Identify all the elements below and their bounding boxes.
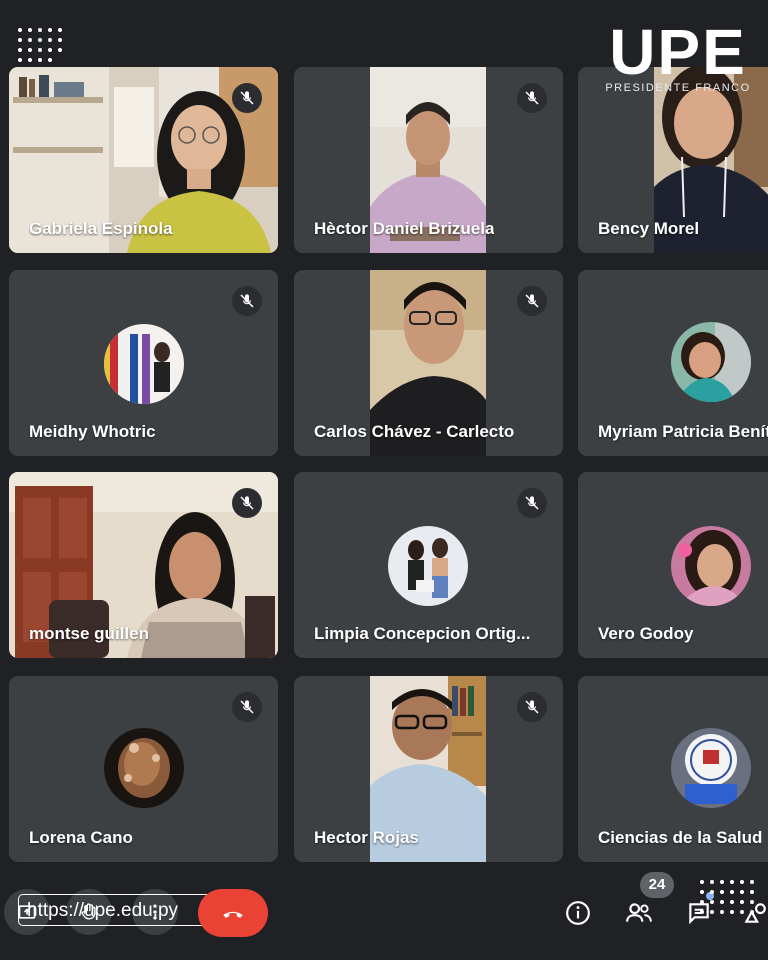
participant-tile[interactable]: Myriam Patricia Benítez (578, 270, 768, 456)
participant-name: Limpia Concepcion Ortig... (314, 624, 531, 643)
hang-up-button[interactable] (198, 889, 268, 937)
mic-muted-icon (232, 488, 262, 518)
decorative-dots (700, 880, 754, 914)
participant-name: Myriam Patricia Benítez (598, 422, 768, 441)
mic-muted-icon (232, 83, 262, 113)
info-icon (566, 901, 590, 925)
hang-up-icon (223, 911, 243, 918)
participant-tile[interactable]: Carlos Chávez - Carlecto (294, 270, 563, 456)
mic-muted-icon (517, 692, 547, 722)
mic-muted-icon (232, 692, 262, 722)
avatar (104, 324, 184, 404)
avatar (388, 526, 468, 606)
mic-muted-icon (517, 83, 547, 113)
participant-tile[interactable]: Ciencias de la Salud (578, 676, 768, 862)
avatar (671, 322, 751, 402)
meeting-screen: Gabriela Espinola Hèctor Daniel Brizuela (0, 0, 768, 960)
participant-tile[interactable]: Gabriela Espinola (9, 67, 278, 253)
participant-name: Hèctor Daniel Brizuela (314, 219, 495, 238)
participant-name: Ciencias de la Salud (598, 828, 763, 847)
avatar (671, 526, 751, 606)
people-button[interactable] (624, 898, 654, 928)
mic-muted-icon (517, 488, 547, 518)
avatar (104, 728, 184, 808)
participant-tile[interactable]: Limpia Concepcion Ortig... (294, 472, 563, 658)
people-icon (626, 903, 652, 922)
participant-name: Gabriela Espinola (29, 219, 173, 238)
participant-name: Carlos Chávez - Carlecto (314, 422, 515, 441)
meeting-controls: https://upe.edu.py 24 (0, 870, 768, 960)
participant-count-badge: 24 (640, 872, 674, 898)
participant-name: Vero Godoy (598, 624, 694, 643)
participant-name: Lorena Cano (29, 828, 133, 847)
participant-tile[interactable]: Vero Godoy (578, 472, 768, 658)
participant-tile[interactable]: Meidhy Whotric (9, 270, 278, 456)
participant-tile[interactable]: montse guillen (9, 472, 278, 658)
mic-muted-icon (232, 286, 262, 316)
mic-muted-icon (517, 286, 547, 316)
participant-tile[interactable]: Hector Rojas (294, 676, 563, 862)
upe-logo: UPE PRESIDENTE FRANCO (600, 16, 756, 94)
logo-text: UPE (609, 16, 747, 88)
participant-tile[interactable]: Bency Morel (578, 67, 768, 253)
logo-subtitle: PRESIDENTE FRANCO (605, 82, 751, 94)
participant-tile[interactable]: Hèctor Daniel Brizuela (294, 67, 563, 253)
participant-tile[interactable]: Lorena Cano (9, 676, 278, 862)
participant-name: montse guillen (29, 624, 149, 643)
avatar (671, 728, 751, 808)
participant-name: Meidhy Whotric (29, 422, 156, 441)
participant-name: Bency Morel (598, 219, 700, 238)
participant-name: Hector Rojas (314, 828, 419, 847)
info-button[interactable] (563, 898, 593, 928)
website-url: https://upe.edu.py (18, 894, 214, 926)
decorative-dots (18, 28, 62, 62)
